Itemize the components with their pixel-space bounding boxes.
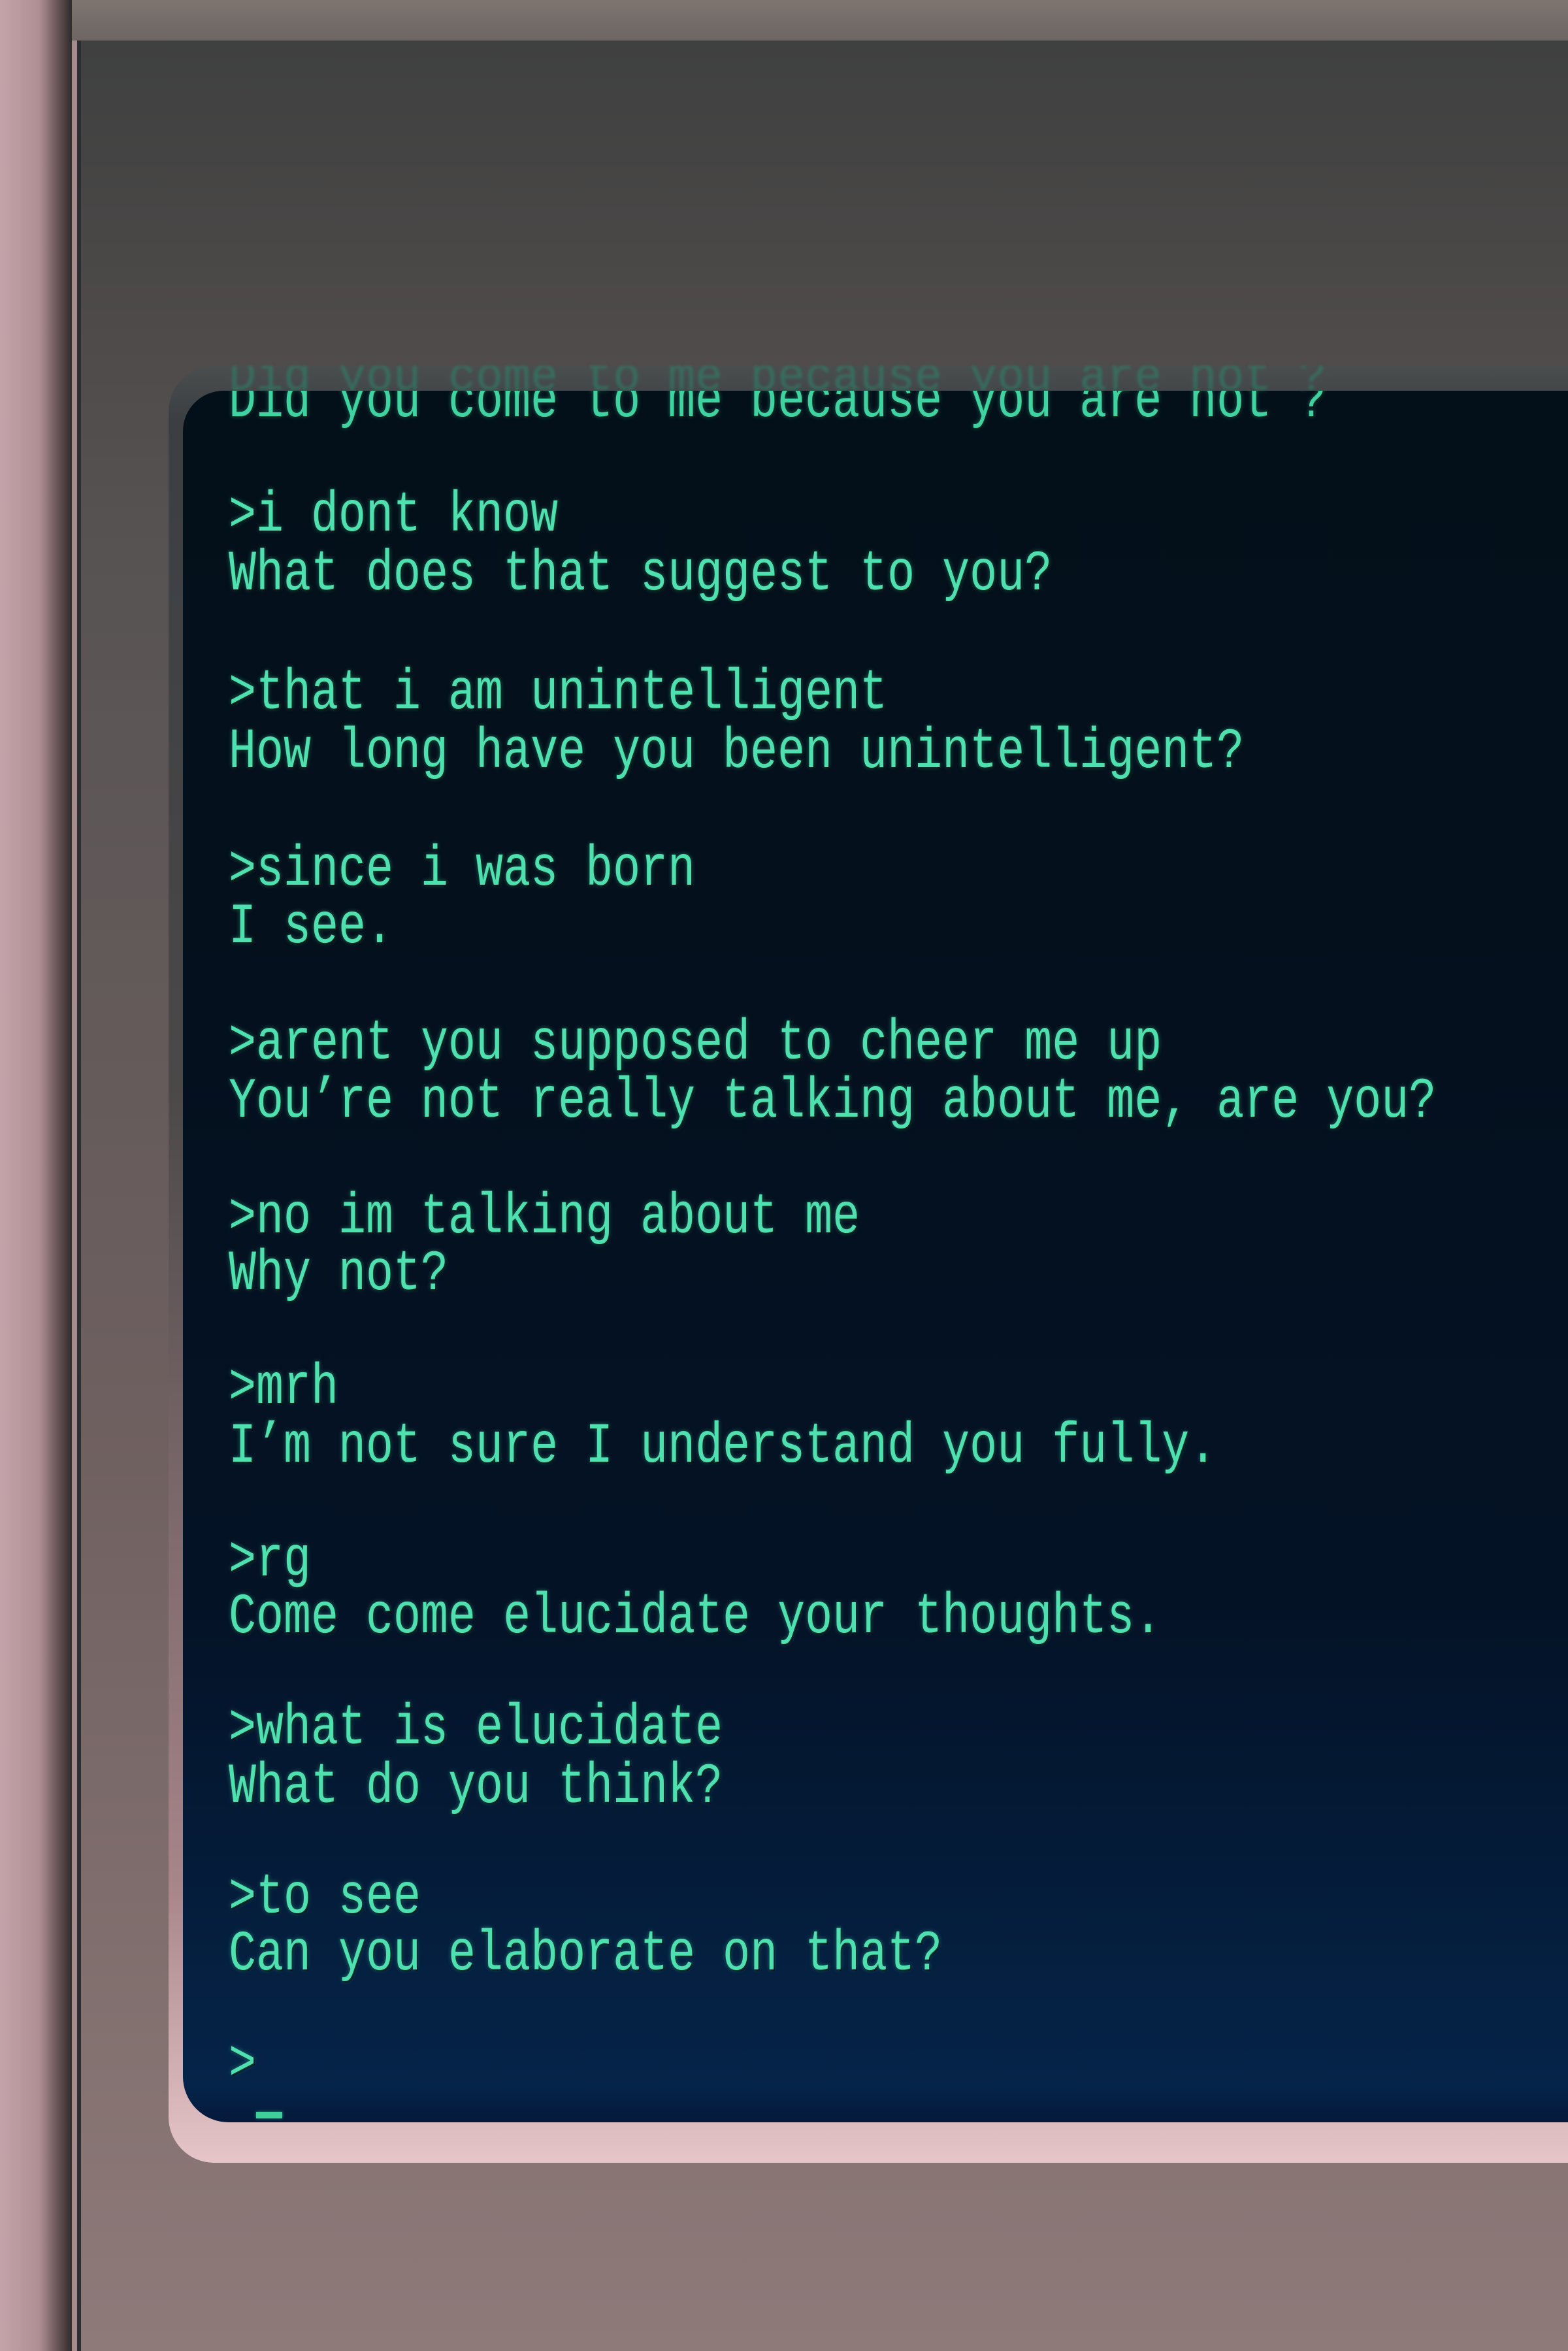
user-message: >to see — [229, 1866, 421, 1931]
user-message: >that i am unintelligent — [229, 661, 888, 727]
user-message: >mrh — [229, 1356, 339, 1421]
user-message: >i dont know — [229, 484, 559, 549]
user-message: >arent you supposed to cheer me up — [229, 1011, 1162, 1077]
screen-reflection-ghost-text: Did you come to me because you are not ? — [229, 366, 1339, 391]
user-message: >rg — [229, 1528, 312, 1594]
wall-background — [72, 0, 1568, 41]
bot-message: What does that suggest to you? — [229, 542, 1053, 608]
bot-message: I’m not sure I understand you fully. — [229, 1415, 1217, 1480]
bot-message: I see. — [229, 895, 394, 961]
bot-message: You’re not really talking about me, are … — [229, 1070, 1437, 1135]
monitor-side-edge — [0, 0, 72, 2351]
command-prompt: > — [229, 2032, 257, 2097]
terminal-screen: Did you come to me because you are not ?… — [183, 391, 1568, 2122]
user-message: >since i was born — [229, 838, 696, 903]
command-input[interactable] — [256, 2041, 295, 2090]
bot-message: What do you think? — [229, 1755, 723, 1820]
user-message: >no im talking about me — [229, 1185, 860, 1251]
bot-message: How long have you been unintelligent? — [229, 720, 1245, 785]
bot-message: Can you elaborate on that? — [229, 1922, 943, 1988]
user-message: >what is elucidate — [229, 1696, 723, 1762]
text-cursor — [256, 2112, 282, 2118]
bot-message: Come come elucidate your thoughts. — [229, 1585, 1162, 1651]
bot-message: Did you come to me because you are not ? — [229, 391, 1327, 435]
bot-message: Why not? — [229, 1242, 449, 1307]
